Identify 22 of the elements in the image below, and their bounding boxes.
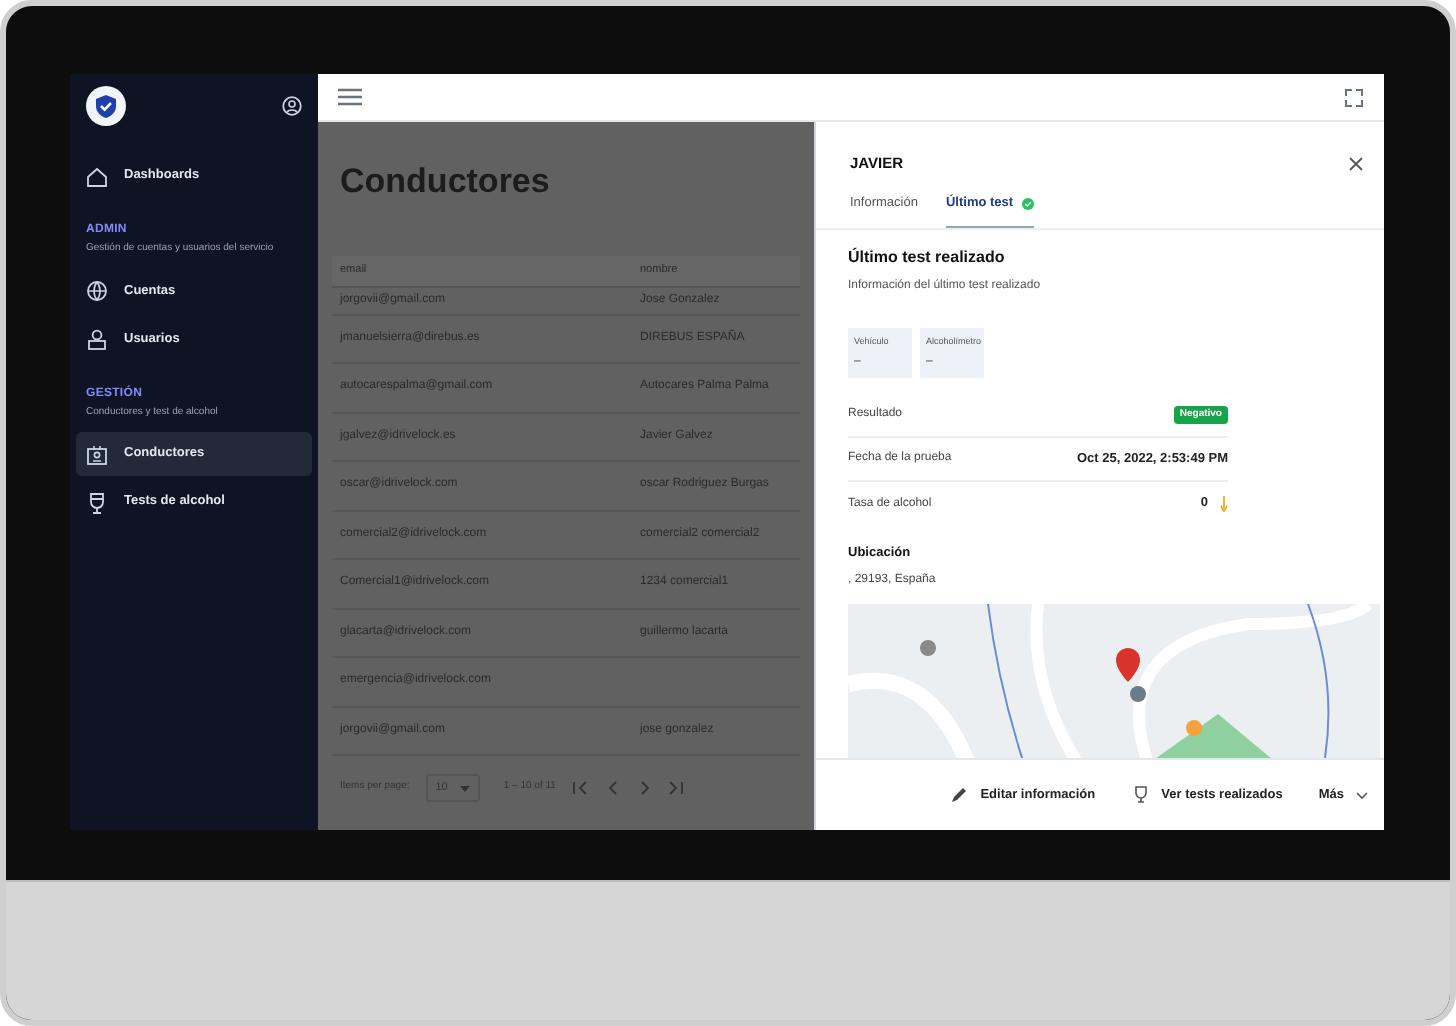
shield-logo-icon [86,86,126,126]
glass-icon [1131,786,1150,804]
users-icon [86,328,108,350]
home-icon [86,165,108,187]
page-title: Conductores [338,160,552,204]
first-page-icon[interactable] [571,780,588,796]
down-arrow-icon [1220,496,1228,512]
caret-icon [459,785,470,791]
section-heading: Último test realizado [848,246,1007,270]
id-card-icon [86,443,108,465]
glass-icon [86,491,108,513]
previous-page-icon[interactable] [603,780,620,796]
last-page-icon[interactable] [667,780,684,796]
next-page-icon[interactable] [635,780,652,796]
menu-icon[interactable] [338,88,362,106]
close-icon[interactable] [1348,155,1364,172]
check-circle-icon [1021,198,1034,211]
expand-icon[interactable] [1344,87,1364,107]
chevron-down-icon [1356,791,1368,799]
user-icon [282,96,302,116]
globe-icon [86,280,108,302]
pencil-icon [950,786,969,804]
